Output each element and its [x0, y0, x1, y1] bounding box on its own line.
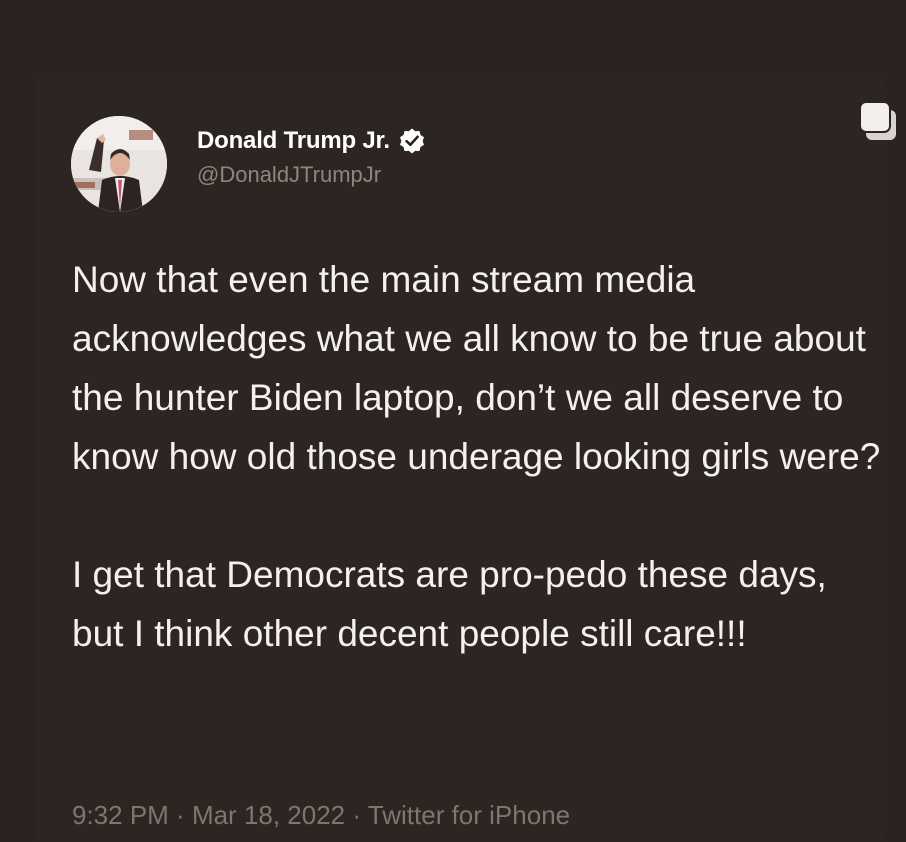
verified-badge-icon: [398, 127, 426, 155]
display-name[interactable]: Donald Trump Jr.: [197, 127, 390, 155]
tweet-time[interactable]: 9:32 PM: [72, 800, 169, 830]
meta-separator: ·: [345, 800, 368, 830]
user-handle[interactable]: @DonaldJTrumpJr: [197, 162, 426, 188]
copy-icon[interactable]: [856, 98, 904, 146]
tweet-author[interactable]: Donald Trump Jr. @DonaldJTrumpJr: [197, 122, 426, 188]
display-name-row: Donald Trump Jr.: [197, 122, 426, 160]
tweet-meta: 9:32 PM · Mar 18, 2022 · Twitter for iPh…: [72, 800, 570, 831]
avatar-photo: [71, 116, 167, 212]
tweet-date[interactable]: Mar 18, 2022: [192, 800, 345, 830]
meta-separator: ·: [168, 800, 192, 830]
tweet-text: Now that even the main stream media ackn…: [72, 259, 881, 654]
tweet-source[interactable]: Twitter for iPhone: [368, 800, 570, 830]
avatar[interactable]: [71, 116, 167, 212]
screenshot-frame: Donald Trump Jr. @DonaldJTrumpJr Now tha…: [0, 0, 906, 842]
